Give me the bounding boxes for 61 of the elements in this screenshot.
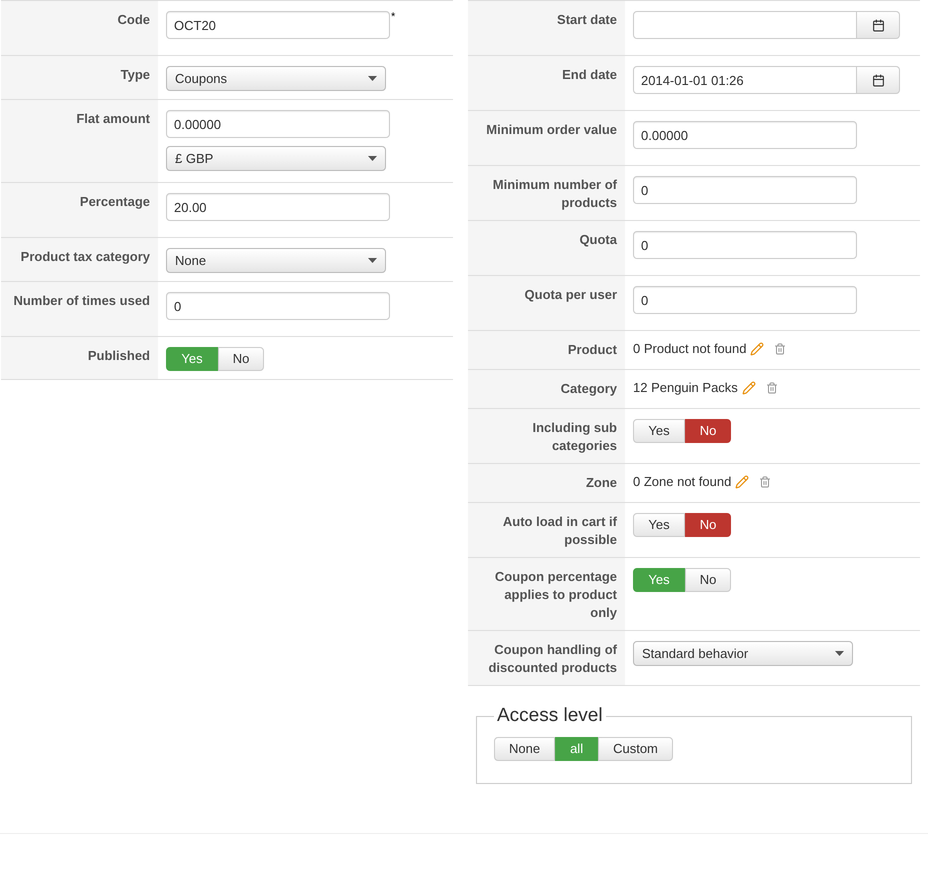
text-field[interactable]: 0: [633, 231, 857, 259]
field-label: Coupon handling of discounted products: [488, 642, 617, 675]
value-text: 0 Product not found: [633, 340, 746, 358]
field-label: Type: [120, 67, 150, 82]
date-field[interactable]: [633, 11, 857, 39]
field-label: Zone: [586, 475, 617, 490]
field-label: End date: [562, 67, 617, 82]
caret-icon: [368, 156, 377, 161]
field-label: Auto load in cart if possible: [502, 514, 617, 547]
access-option[interactable]: None: [494, 736, 556, 760]
required-mark: *: [391, 11, 396, 23]
text-field[interactable]: 0.00000: [633, 121, 857, 149]
toggle-option[interactable]: No: [685, 568, 731, 592]
field-label: Published: [88, 348, 150, 363]
toggle-option[interactable]: No: [685, 513, 731, 537]
toggle-option[interactable]: No: [218, 347, 264, 371]
toggle-option[interactable]: No: [685, 419, 731, 443]
text-field[interactable]: 0.00000: [166, 110, 390, 138]
delete-icon[interactable]: [766, 382, 778, 394]
toggle-option[interactable]: Yes: [633, 419, 685, 443]
field-label: Percentage: [80, 194, 150, 209]
access-option[interactable]: Custom: [598, 736, 673, 760]
calendar-button[interactable]: [857, 11, 900, 39]
field-label: Coupon percentage applies to product only: [494, 569, 617, 620]
calendar-button[interactable]: [857, 66, 900, 94]
caret-icon: [368, 258, 377, 263]
text-field[interactable]: 0: [166, 292, 390, 320]
toggle-option[interactable]: Yes: [633, 513, 685, 537]
delete-icon[interactable]: [774, 343, 786, 355]
dropdown[interactable]: Coupons: [166, 66, 386, 91]
field-label: Start date: [557, 12, 617, 27]
calendar-icon: [872, 18, 884, 32]
field-label: Minimum number of products: [492, 177, 617, 210]
field-label: Flat amount: [76, 111, 150, 126]
text-field[interactable]: OCT20: [166, 11, 390, 39]
field-label: Minimum order value: [486, 122, 617, 137]
dropdown[interactable]: £ GBP: [166, 146, 386, 171]
text-field[interactable]: 0: [633, 176, 857, 204]
edit-icon[interactable]: [735, 475, 750, 489]
caret-icon: [368, 76, 377, 81]
field-label: Including sub categories: [532, 420, 617, 453]
dropdown[interactable]: None: [166, 248, 386, 273]
value-text: 12 Penguin Packs: [633, 379, 738, 398]
field-label: Product tax category: [20, 249, 150, 264]
dropdown[interactable]: Standard behavior: [633, 641, 853, 666]
value-text: 0 Zone not found: [633, 473, 732, 492]
field-label: Category: [560, 381, 617, 396]
edit-icon[interactable]: [742, 381, 756, 395]
panel-title: Access level: [496, 704, 604, 728]
text-field[interactable]: 0: [633, 286, 857, 314]
date-field[interactable]: 2014-01-01 01:26: [633, 66, 857, 94]
edit-icon[interactable]: [750, 342, 764, 356]
delete-icon[interactable]: [759, 476, 772, 488]
text-field[interactable]: 20.00: [166, 193, 390, 221]
field-label: Code: [118, 12, 150, 27]
field-label: Product: [568, 342, 617, 357]
field-label: Quota per user: [524, 287, 617, 302]
field-label: Number of times used: [13, 293, 150, 308]
field-label: Quota: [579, 232, 617, 247]
caret-icon: [835, 651, 844, 656]
calendar-icon: [872, 74, 884, 86]
